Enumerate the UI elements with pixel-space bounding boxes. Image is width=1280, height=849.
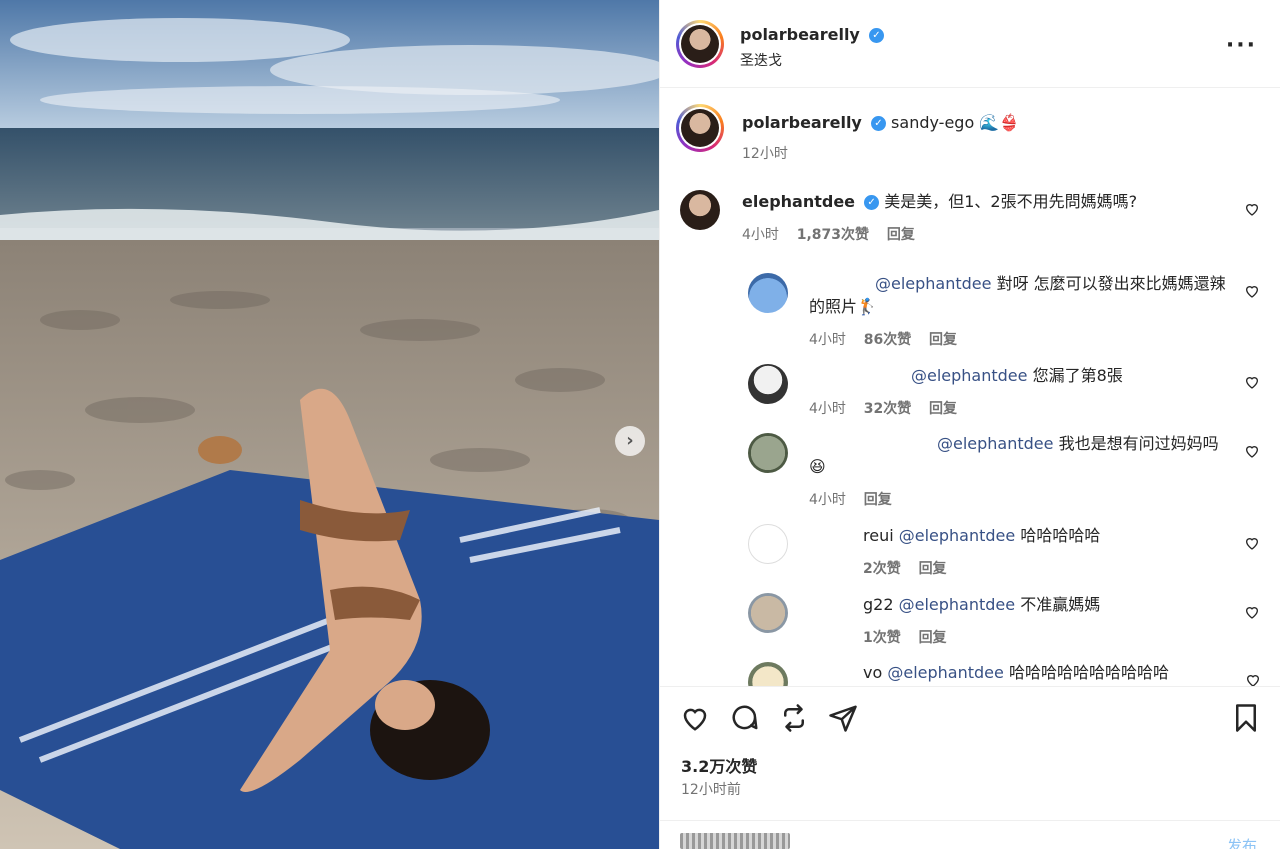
reply-meta: 4小时 32次赞 回复 xyxy=(809,398,957,418)
reply-text: 您漏了第8張 xyxy=(1032,366,1123,385)
caption: polarbearelly ✓ sandy-ego 🌊👙 xyxy=(742,111,1019,134)
reply-avatar[interactable] xyxy=(748,273,788,313)
reply-avatar[interactable] xyxy=(748,662,788,686)
next-image-button[interactable]: › xyxy=(615,426,645,456)
reply-likes[interactable]: 86次赞 xyxy=(864,332,911,348)
like-icon[interactable] xyxy=(680,703,710,733)
post-time: 12小时前 xyxy=(681,782,741,798)
comment-icon[interactable] xyxy=(730,703,760,733)
reply-avatar[interactable] xyxy=(748,524,788,564)
reply-avatar[interactable] xyxy=(748,364,788,404)
reply-likes[interactable]: 2次赞 xyxy=(863,561,901,577)
mention-link[interactable]: @elephantdee xyxy=(899,595,1016,614)
reply-comment: reui @elephantdee 哈哈哈哈哈 xyxy=(863,524,1243,547)
reply-text: 不准贏媽媽 xyxy=(1020,595,1101,614)
reply-comment: @elephantdee 您漏了第8張 xyxy=(809,364,1229,387)
comment-avatar[interactable] xyxy=(680,190,720,230)
reply-time: 4小时 xyxy=(809,332,846,348)
reply-time: 4小时 xyxy=(809,492,846,508)
share-icon[interactable] xyxy=(828,703,858,733)
header-username[interactable]: polarbearelly xyxy=(740,25,860,44)
heart-icon[interactable] xyxy=(1245,672,1261,686)
heart-icon[interactable] xyxy=(1244,283,1260,299)
more-horizontal-icon[interactable]: ··· xyxy=(1226,33,1257,58)
reply-avatar[interactable] xyxy=(748,593,788,633)
reply-comment: @elephantdee 對呀 怎麼可以發出來比媽媽還辣的照片🏌 xyxy=(809,272,1229,318)
comment-time: 4小时 xyxy=(742,227,779,243)
caption-username[interactable]: polarbearelly xyxy=(742,113,862,132)
mention-link[interactable]: @elephantdee xyxy=(911,366,1028,385)
comment-input-bar: 发布 xyxy=(660,820,1280,849)
heart-icon[interactable] xyxy=(1244,604,1260,620)
reply-meta: 1次赞 回复 xyxy=(863,627,947,647)
comment: elephantdee ✓ 美是美，但1、2張不用先問媽媽嗎? xyxy=(742,190,1222,213)
repost-icon[interactable] xyxy=(779,703,809,733)
reply-button[interactable]: 回复 xyxy=(929,332,957,348)
mention-link[interactable]: @elephantdee xyxy=(899,526,1016,545)
chevron-right-icon: › xyxy=(626,430,634,451)
comment-meta: 4小时 1,873次赞 回复 xyxy=(742,224,915,244)
heart-icon[interactable] xyxy=(1244,201,1260,217)
comment-likes[interactable]: 1,873次赞 xyxy=(797,227,869,243)
reply-meta: 4小时 回复 xyxy=(809,489,892,509)
mention-link[interactable]: @elephantdee xyxy=(875,274,992,293)
reply-text: 哈哈哈哈哈 xyxy=(1020,526,1101,545)
reply-likes[interactable]: 32次赞 xyxy=(864,401,911,417)
reply-button[interactable]: 回复 xyxy=(864,492,892,508)
reply-button[interactable]: 回复 xyxy=(929,401,957,417)
comment-input[interactable] xyxy=(680,833,790,849)
verified-icon: ✓ xyxy=(868,28,884,43)
reply-comment: vo @elephantdee 哈哈哈哈哈哈哈哈哈哈 xyxy=(863,661,1243,684)
bookmark-icon[interactable] xyxy=(1231,703,1261,733)
verified-icon: ✓ xyxy=(864,195,880,210)
post-button[interactable]: 发布 xyxy=(1227,835,1257,849)
heart-icon[interactable] xyxy=(1244,535,1260,551)
reply-text: 哈哈哈哈哈哈哈哈哈哈 xyxy=(1008,663,1169,682)
reply-button[interactable]: 回复 xyxy=(887,227,915,243)
verified-icon: ✓ xyxy=(870,116,886,131)
reply-meta: 2次赞 回复 xyxy=(863,558,947,578)
comment-text: 美是美，但1、2張不用先問媽媽嗎? xyxy=(884,192,1138,211)
reply-button[interactable]: 回复 xyxy=(919,561,947,577)
caption-avatar[interactable] xyxy=(676,104,724,152)
post-header: polarbearelly ✓ 圣迭戈 ··· xyxy=(660,0,1280,88)
reply-comment: @elephantdee 我也是想有问过妈妈吗😆 xyxy=(809,432,1229,478)
comment-username[interactable]: elephantdee xyxy=(742,192,855,211)
reply-avatar[interactable] xyxy=(748,433,788,473)
heart-icon[interactable] xyxy=(1244,443,1260,459)
mention-link[interactable]: @elephantdee xyxy=(887,663,1004,682)
header-avatar[interactable] xyxy=(676,20,724,68)
reply-username[interactable]: g22 xyxy=(863,595,894,614)
header-location[interactable]: 圣迭戈 xyxy=(740,50,782,70)
post-side-panel: polarbearelly ✓ 圣迭戈 ··· polarbearelly ✓ … xyxy=(659,0,1280,849)
mention-link[interactable]: @elephantdee xyxy=(937,434,1054,453)
reply-meta: 4小时 86次赞 回复 xyxy=(809,329,957,349)
reply-username[interactable]: reui xyxy=(863,526,894,545)
caption-time: 12小时 xyxy=(742,146,788,162)
reply-comment: g22 @elephantdee 不准贏媽媽 xyxy=(863,593,1243,616)
heart-icon[interactable] xyxy=(1244,374,1260,390)
post-image: › xyxy=(0,0,659,849)
reply-button[interactable]: 回复 xyxy=(919,630,947,646)
likes-count[interactable]: 3.2万次赞 xyxy=(681,753,757,777)
reply-clip: vo @elephantdee 哈哈哈哈哈哈哈哈哈哈 xyxy=(660,655,1280,686)
reply-time: 4小时 xyxy=(809,401,846,417)
caption-text: sandy-ego 🌊👙 xyxy=(891,113,1020,132)
reply-username[interactable]: vo xyxy=(863,663,882,682)
beach-photo xyxy=(0,0,659,849)
reply-likes[interactable]: 1次赞 xyxy=(863,630,901,646)
